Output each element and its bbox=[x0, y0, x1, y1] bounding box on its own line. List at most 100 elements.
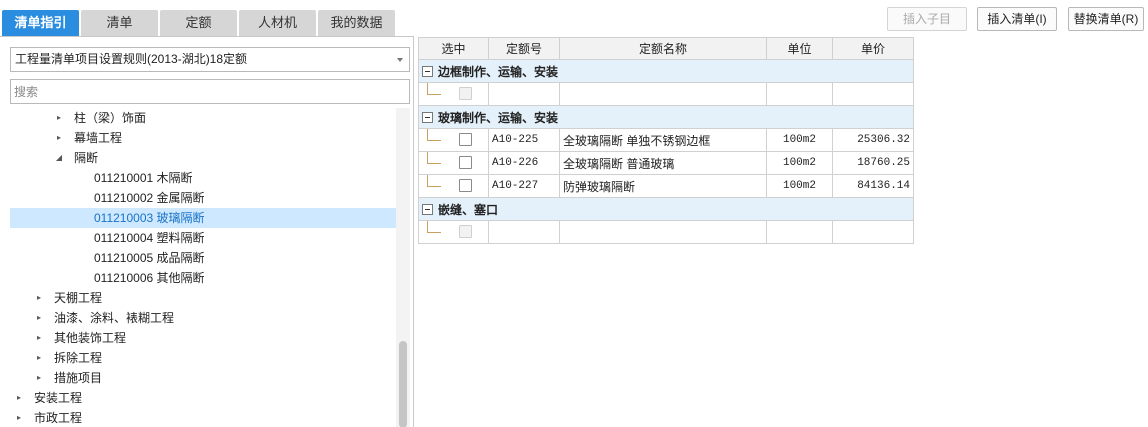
quota-grid: 选中 定额号 定额名称 单位 单价 边框制作、运输、安装 玻璃制作、运输、安装 bbox=[418, 37, 914, 244]
tree-node-curtain-wall[interactable]: ▸ 幕墙工程 bbox=[10, 128, 396, 148]
group-row: 边框制作、运输、安装 bbox=[418, 59, 914, 83]
expand-arrow-icon[interactable]: ▸ bbox=[54, 128, 64, 148]
insert-list-button[interactable]: 插入清单(I) bbox=[977, 7, 1057, 31]
quota-code: A10-226 bbox=[488, 151, 560, 175]
tree-node-label: 011210005 成品隔断 bbox=[94, 251, 205, 265]
tab-quota[interactable]: 定额 bbox=[160, 10, 237, 36]
scrollbar-thumb[interactable] bbox=[399, 341, 407, 427]
tree-node-label: 油漆、涂料、裱糊工程 bbox=[54, 311, 175, 325]
tree-connector bbox=[427, 175, 441, 187]
quota-name: 全玻璃隔断 普通玻璃 bbox=[559, 151, 767, 175]
tab-list[interactable]: 清单 bbox=[81, 10, 158, 36]
tree-node-partition[interactable]: ◢ 隔断 bbox=[10, 148, 396, 168]
table-row[interactable]: A10-225 全玻璃隔断 单独不锈钢边框 100m2 25306.32 bbox=[418, 128, 914, 152]
tree-node-municipal[interactable]: ▸ 市政工程 bbox=[10, 408, 396, 427]
tree-node-label: 011210004 塑料隔断 bbox=[94, 231, 205, 245]
group-row: 玻璃制作、运输、安装 bbox=[418, 105, 914, 129]
expand-arrow-icon[interactable]: ▸ bbox=[54, 108, 64, 128]
table-row bbox=[418, 220, 914, 244]
expand-arrow-icon[interactable]: ▸ bbox=[34, 368, 44, 388]
quota-guide-window: 清单指引 清单 定额 人材机 我的数据 插入子目 插入清单(I) 替换清单(R)… bbox=[0, 0, 1148, 427]
replace-list-button[interactable]: 替换清单(R) bbox=[1068, 7, 1144, 31]
guide-left-panel: 工程量清单项目设置规则(2013-湖北)18定额 ▸ 柱（梁）饰面 ▸ 幕墙工程… bbox=[0, 36, 414, 427]
collapse-arrow-icon[interactable]: ◢ bbox=[54, 148, 64, 168]
tree-node-column-beam-facing[interactable]: ▸ 柱（梁）饰面 bbox=[10, 108, 396, 128]
tab-list-guide[interactable]: 清单指引 bbox=[2, 10, 79, 36]
tree-node-label: 011210003 玻璃隔断 bbox=[94, 211, 205, 225]
tree-node-label: 011210002 金属隔断 bbox=[94, 191, 205, 205]
collapse-icon[interactable] bbox=[422, 65, 433, 77]
tab-bar: 清单指引 清单 定额 人材机 我的数据 bbox=[2, 10, 395, 36]
tree-connector bbox=[427, 152, 441, 164]
tree-node-label: 拆除工程 bbox=[54, 351, 103, 365]
row-checkbox[interactable] bbox=[459, 87, 472, 100]
row-checkbox[interactable] bbox=[459, 133, 472, 146]
table-row[interactable]: A10-226 全玻璃隔断 普通玻璃 100m2 18760.25 bbox=[418, 151, 914, 175]
tree-node-label: 011210001 木隔断 bbox=[94, 171, 193, 185]
expand-arrow-icon[interactable]: ▸ bbox=[14, 388, 24, 408]
col-header-price: 单价 bbox=[832, 37, 914, 60]
collapse-icon[interactable] bbox=[422, 203, 433, 215]
group-title: 嵌缝、塞口 bbox=[438, 202, 499, 217]
col-header-name: 定额名称 bbox=[559, 37, 767, 60]
list-tree: ▸ 柱（梁）饰面 ▸ 幕墙工程 ◢ 隔断 011210001 木隔断 01121… bbox=[10, 108, 396, 427]
quota-unit: 100m2 bbox=[766, 151, 833, 175]
search-input[interactable] bbox=[10, 79, 410, 104]
group-title: 边框制作、运输、安装 bbox=[438, 64, 559, 79]
tree-node-measures[interactable]: ▸ 措施项目 bbox=[10, 368, 396, 388]
row-checkbox[interactable] bbox=[459, 225, 472, 238]
quota-name: 防弹玻璃隔断 bbox=[559, 174, 767, 198]
tree-node-label: 011210006 其他隔断 bbox=[94, 271, 205, 285]
tree-item-011210005[interactable]: 011210005 成品隔断 bbox=[10, 248, 396, 268]
quota-price: 18760.25 bbox=[832, 151, 914, 175]
expand-arrow-icon[interactable]: ▸ bbox=[34, 348, 44, 368]
table-row bbox=[418, 82, 914, 106]
tree-connector bbox=[427, 129, 441, 141]
collapse-icon[interactable] bbox=[422, 111, 433, 123]
tree-item-011210004[interactable]: 011210004 塑料隔断 bbox=[10, 228, 396, 248]
quota-unit: 100m2 bbox=[766, 174, 833, 198]
tree-node-other-decoration[interactable]: ▸ 其他装饰工程 bbox=[10, 328, 396, 348]
row-checkbox[interactable] bbox=[459, 156, 472, 169]
tree-node-label: 天棚工程 bbox=[54, 291, 103, 305]
quota-price: 25306.32 bbox=[832, 128, 914, 152]
group-title: 玻璃制作、运输、安装 bbox=[438, 110, 559, 125]
group-row: 嵌缝、塞口 bbox=[418, 197, 914, 221]
tree-item-011210002[interactable]: 011210002 金属隔断 bbox=[10, 188, 396, 208]
tree-node-label: 幕墙工程 bbox=[74, 131, 123, 145]
tree-item-011210001[interactable]: 011210001 木隔断 bbox=[10, 168, 396, 188]
rule-select-value: 工程量清单项目设置规则(2013-湖北)18定额 bbox=[15, 52, 248, 66]
tree-item-011210006[interactable]: 011210006 其他隔断 bbox=[10, 268, 396, 288]
tree-node-installation[interactable]: ▸ 安装工程 bbox=[10, 388, 396, 408]
tree-node-label: 其他装饰工程 bbox=[54, 331, 127, 345]
rule-select[interactable]: 工程量清单项目设置规则(2013-湖北)18定额 bbox=[10, 47, 410, 72]
quota-code: A10-227 bbox=[488, 174, 560, 198]
tree-node-label: 措施项目 bbox=[54, 371, 103, 385]
quota-code: A10-225 bbox=[488, 128, 560, 152]
tree-node-demolition[interactable]: ▸ 拆除工程 bbox=[10, 348, 396, 368]
tree-item-011210003-selected[interactable]: 011210003 玻璃隔断 bbox=[10, 208, 396, 228]
tree-node-paint-coating[interactable]: ▸ 油漆、涂料、裱糊工程 bbox=[10, 308, 396, 328]
grid-header-row: 选中 定额号 定额名称 单位 单价 bbox=[418, 37, 914, 60]
insert-child-button[interactable]: 插入子目 bbox=[887, 7, 967, 31]
tree-node-ceiling[interactable]: ▸ 天棚工程 bbox=[10, 288, 396, 308]
quota-price: 84136.14 bbox=[832, 174, 914, 198]
tree-node-label: 柱（梁）饰面 bbox=[74, 111, 147, 125]
tree-scrollbar[interactable] bbox=[396, 108, 410, 427]
tree-node-label: 隔断 bbox=[74, 151, 99, 165]
expand-arrow-icon[interactable]: ▸ bbox=[34, 328, 44, 348]
chevron-down-icon bbox=[397, 58, 403, 62]
tree-node-label: 安装工程 bbox=[34, 391, 83, 405]
tab-my-data[interactable]: 我的数据 bbox=[318, 10, 395, 36]
col-header-unit: 单位 bbox=[766, 37, 833, 60]
expand-arrow-icon[interactable]: ▸ bbox=[14, 408, 24, 427]
tree-node-label: 市政工程 bbox=[34, 411, 83, 425]
quota-name: 全玻璃隔断 单独不锈钢边框 bbox=[559, 128, 767, 152]
tree-connector bbox=[427, 83, 441, 95]
table-row[interactable]: A10-227 防弹玻璃隔断 100m2 84136.14 bbox=[418, 174, 914, 198]
expand-arrow-icon[interactable]: ▸ bbox=[34, 288, 44, 308]
tab-labor-material-machine[interactable]: 人材机 bbox=[239, 10, 316, 36]
row-checkbox[interactable] bbox=[459, 179, 472, 192]
col-header-code: 定额号 bbox=[488, 37, 560, 60]
expand-arrow-icon[interactable]: ▸ bbox=[34, 308, 44, 328]
